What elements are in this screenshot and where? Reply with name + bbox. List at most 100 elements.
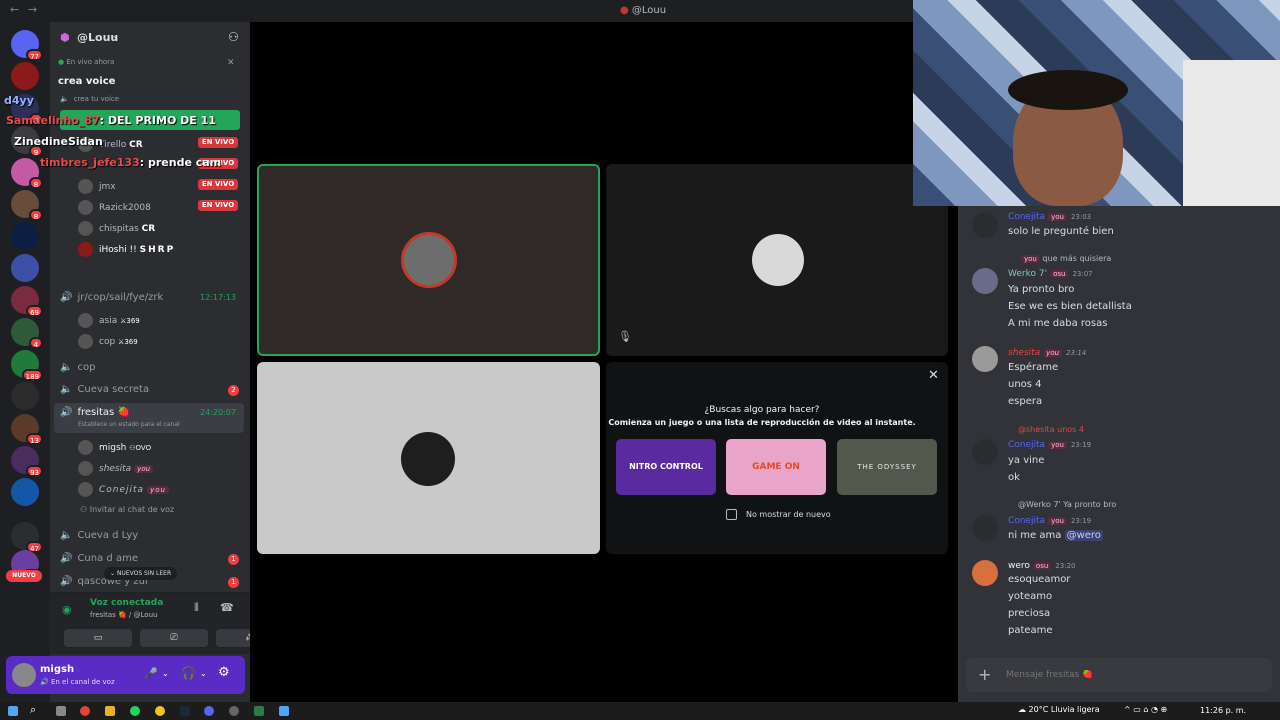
share-screen-button[interactable]: ⎚ xyxy=(140,629,208,647)
server-icon[interactable]: 8 xyxy=(11,190,43,221)
voice-channel[interactable]: 🔊 Cuna d ame xyxy=(60,553,138,564)
game-card-the-odyssey[interactable]: THE ODYSSEY xyxy=(837,439,937,495)
message-author[interactable]: wero osu 23:20 xyxy=(1008,561,1075,571)
server-icon[interactable]: 13 xyxy=(11,414,43,445)
folder-icon[interactable] xyxy=(105,706,115,716)
disconnect-icon[interactable]: ☎ xyxy=(220,601,234,614)
add-friend-icon[interactable]: ⚇ xyxy=(228,30,239,44)
pinned-user[interactable]: Razick2008 xyxy=(78,200,151,215)
reply-preview[interactable]: @shesita unos 4 xyxy=(1018,425,1084,434)
server-icon[interactable]: 189 xyxy=(11,350,43,381)
reply-preview[interactable]: you que más quisiera xyxy=(1018,254,1111,263)
message-text: A mi me daba rosas xyxy=(1008,318,1108,329)
avatar[interactable] xyxy=(972,560,998,586)
terminal-icon[interactable] xyxy=(254,706,264,716)
discord-icon[interactable] xyxy=(204,706,214,716)
avatar[interactable] xyxy=(972,268,998,294)
close-icon[interactable]: ✕ xyxy=(227,58,235,68)
avatar[interactable] xyxy=(972,212,998,238)
username[interactable]: migsh xyxy=(40,664,74,675)
message-author[interactable]: Conejita you 23:19 xyxy=(1008,516,1091,526)
message-author[interactable]: Conejita you 23:19 xyxy=(1008,440,1091,450)
channel-badge: 2 xyxy=(228,385,239,396)
voice-user[interactable]: cop ⚔369 xyxy=(78,334,138,349)
server-icon[interactable]: 69 xyxy=(11,286,43,317)
channel-timer: 24:20:07 xyxy=(200,408,236,417)
headphones-icon[interactable]: 🎧 xyxy=(181,666,196,680)
live-event-title[interactable]: crea voice xyxy=(58,76,115,87)
server-icon[interactable]: 47 xyxy=(11,522,43,553)
pinned-user[interactable]: chispitas CR xyxy=(78,221,155,236)
voice-user[interactable]: shesita you xyxy=(78,461,154,476)
channel-status[interactable]: Establece un estado para el canal xyxy=(78,421,180,428)
voice-status[interactable]: Voz conectada xyxy=(90,598,163,608)
activity-title: ¿Buscas algo para hacer? xyxy=(704,405,820,415)
voice-user[interactable]: asia ⚔369 xyxy=(78,313,140,328)
chrome-icon[interactable] xyxy=(80,706,90,716)
message-input[interactable] xyxy=(1006,666,1256,684)
server-icon[interactable]: 93 xyxy=(11,446,43,477)
message-composer: + xyxy=(966,658,1272,692)
pinned-user[interactable]: jmx xyxy=(78,179,116,194)
user-mention[interactable]: @wero xyxy=(1064,530,1103,541)
voice-channel[interactable]: 🔈 cop xyxy=(60,362,95,373)
no-show-checkbox[interactable] xyxy=(726,509,737,520)
unread-pill[interactable]: ⌄ NUEVOS SIN LEER xyxy=(104,567,178,580)
app-icon[interactable] xyxy=(155,706,165,716)
clock[interactable]: 11:26 p. m. xyxy=(1200,706,1246,715)
voice-user[interactable]: migsh ⚇OVO xyxy=(78,440,151,455)
server-header[interactable]: ⬢ @Louu ⌄ ⚇ xyxy=(50,22,250,52)
avatar[interactable] xyxy=(972,346,998,372)
back-icon[interactable]: ← xyxy=(10,3,19,16)
spotify-icon[interactable] xyxy=(130,706,140,716)
participant-tile-speaking[interactable] xyxy=(257,164,600,356)
voice-channel[interactable]: 🔊 jr/cop/sail/fye/zrk xyxy=(60,292,163,303)
camera-button[interactable]: ▭ xyxy=(64,629,132,647)
close-icon[interactable]: ✕ xyxy=(928,368,939,383)
participant-tile[interactable] xyxy=(257,362,600,554)
add-attachment-icon[interactable]: + xyxy=(978,665,991,684)
signal-icon[interactable]: ◉ xyxy=(62,603,72,616)
server-icon[interactable]: 4 xyxy=(11,318,43,349)
server-icon[interactable] xyxy=(11,222,39,250)
invite-to-voice-link[interactable]: ⚇ Invitar al chat de voz xyxy=(80,505,174,514)
task-view-icon[interactable] xyxy=(56,706,66,716)
gear-icon[interactable]: ⚙ xyxy=(218,665,230,680)
forward-icon[interactable]: → xyxy=(28,3,37,16)
voice-channel[interactable]: 🔈 Cueva secreta xyxy=(60,384,149,395)
microphone-icon[interactable]: 🎤 xyxy=(144,667,158,680)
app-icon[interactable] xyxy=(279,706,289,716)
chevron-down-icon[interactable]: ⌄ xyxy=(162,669,169,678)
voice-location[interactable]: fresitas 🍓 / @Louu xyxy=(90,611,157,619)
game-card-game-on[interactable]: GAME ON xyxy=(726,439,826,495)
server-icon[interactable]: 8 xyxy=(11,158,43,189)
app-icon[interactable] xyxy=(229,706,239,716)
steam-icon[interactable] xyxy=(180,706,190,716)
avatar[interactable] xyxy=(12,663,36,687)
new-servers-pill[interactable]: NUEVO xyxy=(6,570,42,582)
server-icon[interactable] xyxy=(11,478,39,506)
voice-user[interactable]: Conejita you xyxy=(78,482,169,497)
windows-start-icon[interactable] xyxy=(8,706,18,716)
game-card-nitro-control[interactable]: NITRO CONTROL xyxy=(616,439,716,495)
server-icon[interactable] xyxy=(11,62,39,90)
voice-channel[interactable]: 🔈 Cueva d Lyy xyxy=(60,530,138,541)
server-icon[interactable] xyxy=(11,382,39,410)
search-icon[interactable]: ⌕ xyxy=(30,703,36,717)
pinned-user[interactable]: iHoshi !! SHRP xyxy=(78,242,175,257)
home-server-icon[interactable]: 77 xyxy=(11,30,43,61)
message-author[interactable]: Werko 7' osu 23:07 xyxy=(1008,269,1093,279)
message-author[interactable]: Conejita you 23:03 xyxy=(1008,212,1091,222)
avatar[interactable] xyxy=(972,515,998,541)
avatar[interactable] xyxy=(972,439,998,465)
voice-channel-crea[interactable]: 🔈 crea tu voice xyxy=(60,95,119,103)
noise-suppression-icon[interactable]: ⦀ xyxy=(194,601,199,615)
system-tray[interactable]: ^ ▭ ⌂ ◔ ⊕ xyxy=(1124,705,1167,714)
server-icon[interactable] xyxy=(11,254,39,282)
message-author[interactable]: shesita you 23:14 xyxy=(1008,348,1086,358)
reply-preview[interactable]: @Werko 7' Ya pronto bro xyxy=(1018,500,1116,509)
chevron-down-icon[interactable]: ⌄ xyxy=(200,669,207,678)
participant-tile[interactable]: 🎙 xyxy=(606,164,948,356)
weather-widget[interactable]: ☁ 20°C Lluvia ligera xyxy=(1018,705,1100,714)
voice-channel-fresitas[interactable]: 🔊 fresitas 🍓 xyxy=(60,407,130,418)
